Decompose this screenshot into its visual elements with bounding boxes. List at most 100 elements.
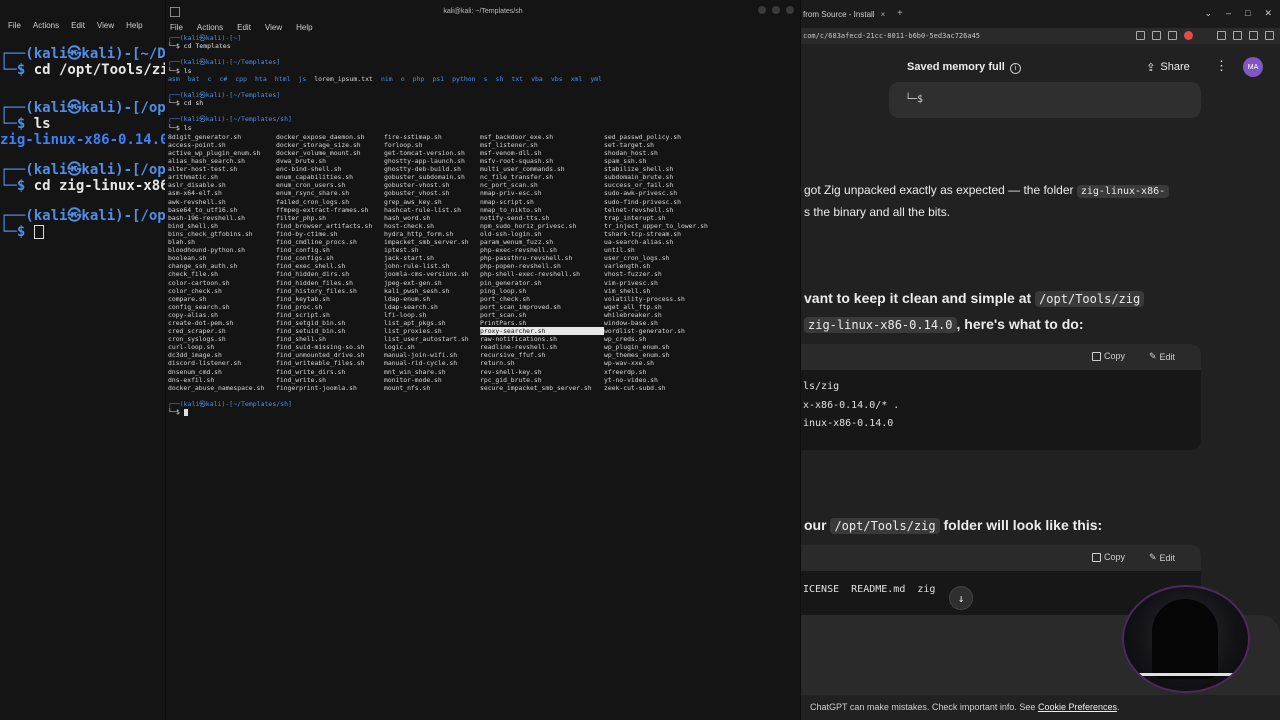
copy-button[interactable]: Copy [1092,351,1125,361]
file-entry: php-passthru-revshell.sh [480,254,573,263]
ls-entry: html [274,74,291,83]
file-entry: jpeg-ext-gen.sh [384,278,442,287]
terminal-cursor [183,408,188,416]
file-entry: ffmpeg-extract-frames.sh [276,205,369,214]
share-button[interactable]: ⇪ Share [1135,54,1201,80]
file-entry: wp_plugin_enum.sh [604,343,670,352]
file-entry: grep_aws_key.sh [384,197,442,206]
maximize-button[interactable] [772,6,780,14]
minimize-button[interactable] [758,6,766,14]
file-entry: php-shell-exec-revshell.sh [480,270,581,279]
file-entry: msfv-root-squash.sh [480,157,554,166]
file-entry: john-rule-list.sh [384,262,450,271]
new-tab-icon[interactable]: + [897,8,903,19]
file-entry: ldap-search.sh [384,302,438,311]
menu-actions[interactable]: Actions [33,21,59,30]
edit-icon: ✎ [1149,552,1157,562]
share-page-icon[interactable] [1152,31,1161,40]
file-entry: active_wp_plugin_enum.sh [168,149,261,158]
file-entry: docker_volume_mount.sh [276,149,361,158]
extension-icon[interactable] [1184,31,1193,40]
more-options-icon[interactable]: ⋮ [1215,58,1228,74]
file-entry: compare.sh [168,294,207,303]
command-line[interactable]: └─$ [166,408,800,416]
file-entry: proxy-searcher.sh [480,327,604,336]
menu-edit[interactable]: Edit [237,23,251,32]
file-entry: ghostty-app-launch.sh [384,157,465,166]
tab-close-icon[interactable]: × [881,10,886,19]
maximize-icon[interactable]: □ [1245,8,1250,19]
file-entry: dc3dd_image.sh [168,351,222,360]
file-entry: list_user_autostart.sh [384,335,469,344]
file-entry: base64_to_utf16.sh [168,205,238,214]
zoom-icon[interactable] [1136,31,1145,40]
menu-help[interactable]: Help [126,21,142,30]
file-entry: ghostty-deb-build.sh [384,165,461,174]
edit-button[interactable]: ✎ Edit [1149,552,1175,563]
address-bar[interactable]: com/c/683afecd-21cc-8011-b6b0-5ed3ac726a… [801,28,1280,44]
file-entry: find_write_dirs.sh [276,367,346,376]
menu-file[interactable]: File [170,23,183,32]
file-entry: user_cron_logs.sh [604,254,670,263]
cookie-preferences-link[interactable]: Cookie Preferences [1038,702,1117,712]
inline-code: /opt/Tools/zig [830,518,940,534]
menu-view[interactable]: View [265,23,282,32]
file-entry: find_shell.sh [276,335,327,344]
close-icon[interactable]: ✕ [1264,8,1272,19]
main-terminal-window[interactable]: kali@kali: ~/Templates/sh File Actions E… [166,0,800,720]
close-button[interactable] [786,6,794,14]
file-entry: readline-revshell.sh [480,343,557,352]
file-entry: trap_interupt.sh [604,213,666,222]
file-entry: logic.sh [384,343,415,352]
ls-entry: php [412,74,425,83]
file-entry: find_configs.sh [276,254,334,263]
file-entry: stabilize_shell.sh [604,165,674,174]
extensions-icon[interactable] [1249,31,1258,40]
file-entry: kali_pwsh_sesh.sh [384,286,450,295]
file-entry: mount_nfs.sh [384,383,431,392]
section-heading: our /opt/Tools/zig folder will look like… [804,517,1103,534]
left-terminal-window[interactable]: File Actions Edit View Help ┌──(kali㉿kal… [0,0,165,720]
file-entry: varlength.sh [604,262,651,271]
file-entry: hash_word.sh [384,213,431,222]
file-entry: npm_sudo_horiz_privesc.sh [480,221,577,230]
menu-help[interactable]: Help [296,23,312,32]
sidebar-icon[interactable] [1233,31,1242,40]
browser-tab[interactable]: from Source - Install × [801,4,893,24]
terminal-line: └─$ ls [0,116,51,132]
file-entry: rpc_gid_brute.sh [480,375,542,384]
menu-view[interactable]: View [97,21,114,30]
tab-list-icon[interactable]: ⌄ [1204,8,1212,19]
file-entry: forloop.sh [384,140,423,149]
file-entry: gobuster-vhost.sh [384,181,450,190]
edit-button[interactable]: ✎ Edit [1149,351,1175,362]
prompt-line: ┌──(kali㉿kali)-[~] [168,34,242,42]
scroll-down-button[interactable]: ↓ [949,586,973,610]
info-icon[interactable]: i [1009,63,1021,74]
file-entry: find_hidden_files.sh [276,278,353,287]
file-entry: find_history_files.sh [276,286,357,295]
menu-edit[interactable]: Edit [71,21,85,30]
bookmark-icon[interactable] [1168,31,1177,40]
code-line: x-x86-0.14.0/* . [803,399,900,411]
ls-entry: c# [219,74,228,83]
command-line: └─$ cd sh [168,99,204,108]
file-entry: dnsenum_cmd.sh [168,367,222,376]
code-line: ICENSE README.md zig [803,584,936,595]
file-entry: window-base.sh [604,318,658,327]
window-controls [758,6,794,14]
minimize-icon[interactable]: – [1226,8,1231,19]
copy-button[interactable]: Copy [1092,552,1125,562]
file-entry: php-exec-revshell.sh [480,246,557,255]
file-entry: find-by-ctime.sh [276,229,338,238]
browser-menu-icon[interactable] [1265,31,1274,40]
file-entry: pin_generator.sh [480,278,542,287]
file-entry: raw-notifications.sh [480,335,557,344]
avatar[interactable]: MA [1243,57,1263,77]
memory-status[interactable]: Saved memory full i [907,61,1021,74]
menu-actions[interactable]: Actions [197,23,223,32]
menu-file[interactable]: File [8,21,21,30]
file-entry: wp-wav-xxe.sh [604,359,655,368]
download-icon[interactable] [1217,31,1226,40]
